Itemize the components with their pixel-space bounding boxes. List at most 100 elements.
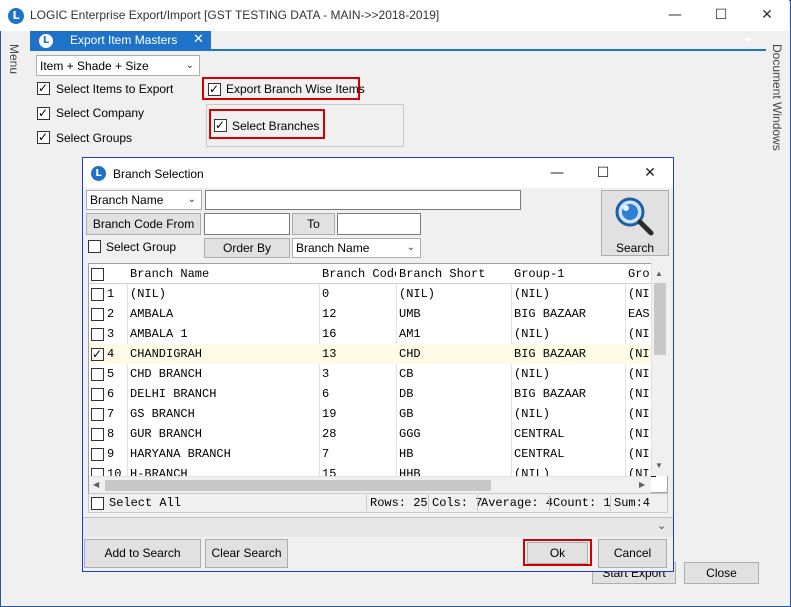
column-header[interactable]: Group-1 (514, 264, 624, 284)
maximize-icon[interactable]: ☐ (698, 0, 744, 31)
table-cell[interactable]: DB (399, 384, 509, 404)
table-row[interactable]: 4CHANDIGRAH13CHDBIG BAZAAR(NIL (89, 344, 657, 364)
table-row[interactable]: 1 (NIL) 0 (NIL) (NIL) (NIL (89, 284, 657, 304)
select-all-checkbox[interactable] (91, 497, 104, 510)
column-header[interactable]: Branch Short (399, 264, 509, 284)
table-row[interactable]: 6 DELHI BRANCH 6 DB BIG BAZAAR (NIL (89, 384, 657, 404)
table-cell[interactable]: HARYANA BRANCH (130, 444, 316, 464)
table-cell[interactable]: BIG BAZAAR (514, 304, 624, 324)
table-cell[interactable]: (NIL) (130, 284, 316, 304)
row-checkbox[interactable] (91, 448, 104, 461)
table-cell[interactable]: DELHI BRANCH (130, 384, 316, 404)
scroll-up-icon[interactable]: ▲ (655, 269, 663, 278)
select-branches-checkbox[interactable] (214, 117, 227, 133)
table-cell[interactable]: GS BRANCH (130, 404, 316, 424)
dialog-close-icon[interactable]: ✕ (627, 158, 673, 188)
dialog-minimize-icon[interactable]: — (534, 158, 580, 188)
table-cell[interactable]: HB (399, 444, 509, 464)
table-cell[interactable]: CENTRAL (514, 424, 624, 444)
table-row[interactable]: 8 GUR BRANCH 28 GGG CENTRAL (NIL (89, 424, 657, 444)
tab-list-arrow-icon[interactable] (744, 38, 752, 42)
table-cell[interactable]: CHANDIGRAH (130, 344, 316, 364)
table-cell[interactable]: AMBALA (130, 304, 316, 324)
row-checkbox[interactable] (91, 428, 104, 441)
table-cell[interactable]: 19 (322, 404, 396, 424)
add-to-search-button[interactable]: Add to Search (84, 539, 201, 568)
table-cell[interactable]: GGG (399, 424, 509, 444)
row-checkbox[interactable] (91, 288, 104, 301)
minimize-icon[interactable]: — (652, 0, 698, 31)
table-cell[interactable]: 6 (322, 384, 396, 404)
table-row[interactable]: 5 CHD BRANCH 3 CB (NIL) (NIL (89, 364, 657, 384)
grid-horizontal-scrollbar[interactable]: ◀ ▶ (89, 476, 651, 493)
close-icon[interactable]: ✕ (744, 0, 790, 31)
table-cell[interactable]: 13 (322, 344, 396, 364)
ok-button[interactable]: Ok (527, 542, 588, 564)
grid-vertical-scrollbar[interactable]: ▲ ▼ (651, 263, 668, 476)
dialog-collapse-bar[interactable] (83, 517, 673, 537)
branch-code-from-input[interactable] (204, 213, 290, 235)
table-cell[interactable]: 0 (322, 284, 396, 304)
row-checkbox[interactable] (91, 408, 104, 421)
row-checkbox[interactable] (91, 368, 104, 381)
table-cell[interactable]: AMBALA 1 (130, 324, 316, 344)
table-cell[interactable]: AM1 (399, 324, 509, 344)
close-button[interactable]: Close (684, 562, 759, 584)
row-checkbox[interactable] (91, 388, 104, 401)
table-cell[interactable]: 12 (322, 304, 396, 324)
order-by-select[interactable]: Branch Name ⌄ (292, 238, 421, 258)
row-checkbox[interactable] (91, 328, 104, 341)
scroll-down-icon[interactable]: ▼ (655, 461, 663, 470)
table-cell[interactable]: 28 (322, 424, 396, 444)
table-cell[interactable]: CB (399, 364, 509, 384)
table-cell[interactable]: 3 (322, 364, 396, 384)
table-cell[interactable]: (NIL) (399, 284, 509, 304)
table-cell[interactable]: (NIL) (514, 364, 624, 384)
chevron-down-icon[interactable]: ⌄ (657, 519, 666, 532)
export-branch-wise-checkbox[interactable] (208, 81, 221, 97)
table-cell[interactable]: UMB (399, 304, 509, 324)
branch-code-to-input[interactable] (337, 213, 421, 235)
document-windows-label[interactable]: Document Windows (770, 44, 784, 151)
table-cell[interactable]: (NIL) (514, 284, 624, 304)
table-cell[interactable]: CHD BRANCH (130, 364, 316, 384)
table-row[interactable]: 7 GS BRANCH 19 GB (NIL) (NIL (89, 404, 657, 424)
table-cell[interactable]: CHD (399, 344, 509, 364)
horizontal-scroll-thumb[interactable] (105, 480, 491, 491)
header-select-all-checkbox[interactable] (91, 268, 104, 281)
dialog-maximize-icon[interactable]: ☐ (580, 158, 626, 188)
filter-field-select[interactable]: Branch Name ⌄ (86, 190, 202, 210)
select-group-checkbox[interactable] (88, 240, 101, 253)
menu-label[interactable]: Menu (7, 44, 21, 74)
column-header[interactable]: Branch Name (130, 264, 316, 284)
vertical-scroll-thumb[interactable] (654, 283, 666, 355)
table-cell[interactable]: GUR BRANCH (130, 424, 316, 444)
column-header[interactable]: Branch Code (322, 264, 396, 284)
table-cell[interactable]: (NIL) (514, 324, 624, 344)
table-cell[interactable]: BIG BAZAAR (514, 384, 624, 404)
filter-value-input[interactable] (205, 190, 521, 210)
table-cell[interactable]: (NIL) (514, 404, 624, 424)
select-company-checkbox[interactable] (37, 105, 50, 121)
row-checkbox[interactable] (91, 346, 104, 362)
scroll-left-icon[interactable]: ◀ (93, 480, 99, 489)
clear-search-button[interactable]: Clear Search (205, 539, 288, 568)
branch-grid[interactable]: Branch Name Branch Code Branch Short Gro… (88, 263, 668, 493)
scroll-right-icon[interactable]: ▶ (639, 480, 645, 489)
table-cell[interactable]: GB (399, 404, 509, 424)
row-checkbox[interactable] (91, 308, 104, 321)
cancel-button[interactable]: Cancel (598, 539, 667, 568)
table-row[interactable]: 2 AMBALA 12 UMB BIG BAZAAR EAS (89, 304, 655, 324)
tab-close-icon[interactable]: ✕ (193, 32, 204, 47)
table-row[interactable]: 3 AMBALA 1 16 AM1 (NIL) (NIL (89, 324, 657, 344)
table-row[interactable]: 9 HARYANA BRANCH 7 HB CENTRAL (NIL (89, 444, 657, 464)
select-groups-checkbox[interactable] (37, 129, 50, 145)
table-cell[interactable]: 7 (322, 444, 396, 464)
select-items-checkbox[interactable] (37, 80, 50, 96)
export-type-select[interactable]: Item + Shade + Size ⌄ (36, 55, 200, 76)
table-cell[interactable]: 16 (322, 324, 396, 344)
table-cell[interactable]: BIG BAZAAR (514, 344, 624, 364)
table-cell[interactable]: CENTRAL (514, 444, 624, 464)
tab-label[interactable]: Export Item Masters (70, 33, 177, 47)
menu-strip[interactable] (0, 31, 30, 607)
